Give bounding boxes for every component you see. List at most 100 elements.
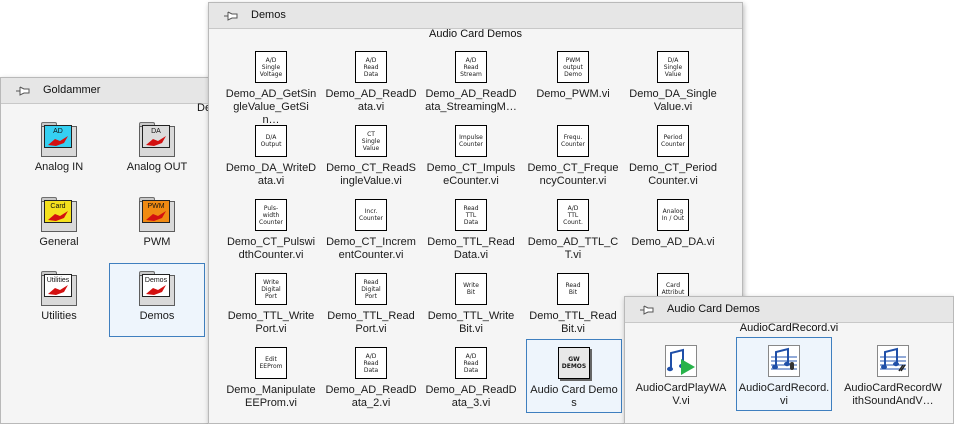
palette-item-audio-record[interactable]: AudioCardRecord.vi	[736, 337, 832, 411]
vi-icon: PWM output Demo	[557, 51, 589, 83]
audio-record-sound-icon	[877, 345, 909, 377]
item-label: Demo_CT_ImpulseCounter.vi	[426, 162, 516, 187]
demos-item[interactable]: A/D Read Data Demo_AD_ReadData.vi	[323, 43, 419, 114]
palette-item-audio-play[interactable]: AudioCardPlayWAV.vi	[633, 337, 729, 408]
vi-icon: Puls- width Counter	[255, 199, 287, 231]
demos-item[interactable]: Edit EEProm Demo_ManipulateEEProm.vi	[223, 339, 319, 410]
vi-icon: Read Bit	[557, 273, 589, 305]
item-label: Demo_TTL_WriteBit.vi	[427, 310, 515, 335]
item-label: Demo_ManipulateEEProm.vi	[226, 384, 316, 409]
palette-item-pwm[interactable]: PWM PWM	[109, 189, 205, 249]
vi-icon: A/D Read Data	[455, 347, 487, 379]
vi-icon: A/D TTL Count.	[557, 199, 589, 231]
item-label: AudioCardPlayWAV.vi	[635, 382, 727, 407]
demos-folder-icon: Demos	[139, 271, 175, 306]
palette-item-utilities[interactable]: Utilities Utilities	[11, 263, 107, 323]
item-label: Demo_CT_IncrementCounter.vi	[326, 236, 416, 261]
vi-icon: Edit EEProm	[255, 347, 287, 379]
audio-titlebar[interactable]: Audio Card Demos	[625, 297, 953, 323]
item-label: Demo_PWM.vi	[536, 88, 610, 100]
vi-icon: Read TTL Data	[455, 199, 487, 231]
demos-item[interactable]: D/A Single Value Demo_DA_SingleValue.vi	[625, 43, 721, 114]
demos-item[interactable]: A/D Read Data Demo_AD_ReadData_2.vi	[323, 339, 419, 410]
item-label: Demo_AD_TTL_CT.vi	[527, 236, 619, 261]
item-label: AudioCardRecordWithSoundAndV…	[844, 382, 942, 407]
palette-item-demos[interactable]: Demos Demos	[109, 263, 205, 337]
demos-item[interactable]: A/D Single Voltage Demo_AD_GetSingleValue…	[223, 43, 319, 127]
item-label: Demo_TTL_ReadPort.vi	[327, 310, 415, 335]
vi-icon: Analog In / Out	[657, 199, 689, 231]
goldammer-titlebar[interactable]: Goldammer	[1, 78, 231, 104]
pwm-folder-icon: PWM	[139, 197, 175, 232]
item-label: Analog OUT	[126, 161, 188, 173]
item-label: Demo_TTL_ReadBit.vi	[529, 310, 617, 335]
analog-in-folder-icon: AD	[41, 122, 77, 157]
general-folder-icon: Card	[41, 197, 77, 232]
demos-item[interactable]: Incr. Counter Demo_CT_IncrementCounter.vi	[323, 191, 419, 262]
item-label: Demo_DA_WriteData.vi	[225, 162, 317, 187]
demos-item[interactable]: Analog In / Out Demo_AD_DA.vi	[625, 191, 721, 249]
item-label: Demo_AD_ReadData_2.vi	[325, 384, 417, 409]
analog-out-folder-icon: DA	[139, 122, 175, 157]
item-label: Demo_DA_SingleValue.vi	[629, 88, 717, 113]
palette-item-audio-record-sound[interactable]: AudioCardRecordWithSoundAndV…	[841, 337, 945, 408]
demos-item[interactable]: Period Counter Demo_CT_PeriodCounter.vi	[625, 117, 721, 188]
item-label: Demo_TTL_ReadData.vi	[427, 236, 515, 261]
demos-titlebar[interactable]: Demos	[209, 3, 742, 29]
demos-item[interactable]: Puls- width Counter Demo_CT_PulswidthCoun…	[223, 191, 319, 262]
palette-item-general[interactable]: Card General	[11, 189, 107, 249]
vi-icon: D/A Output	[255, 125, 287, 157]
item-label: Demo_AD_ReadData_StreamingM…	[425, 88, 517, 113]
demos-item[interactable]: Write Bit Demo_TTL_WriteBit.vi	[423, 265, 519, 336]
vi-icon: Read Digital Port	[355, 273, 387, 305]
demos-item[interactable]: Read TTL Data Demo_TTL_ReadData.vi	[423, 191, 519, 262]
pin-icon[interactable]	[15, 84, 31, 98]
goldammer-palette: Goldammer De AD Analog IN DA Analog OUT …	[0, 77, 232, 424]
vi-icon: Write Digital Port	[255, 273, 287, 305]
item-label: Demo_AD_DA.vi	[631, 236, 715, 248]
demos-item[interactable]: Frequ. Counter Demo_CT_FrequencyCounter.v…	[525, 117, 621, 188]
vi-icon: Period Counter	[657, 125, 689, 157]
item-label: Audio Card Demos	[530, 384, 618, 409]
item-label: Demo_CT_ReadSingleValue.vi	[326, 162, 416, 187]
pin-icon[interactable]	[639, 303, 655, 317]
item-label: Demos	[139, 310, 175, 322]
utilities-folder-icon: Utilities	[41, 271, 77, 306]
audio-play-icon	[665, 345, 697, 377]
demos-item[interactable]: A/D Read Stream Demo_AD_ReadData_Streamin…	[423, 43, 519, 114]
vi-icon: Impulse Counter	[455, 125, 487, 157]
demos-item[interactable]: Impulse Counter Demo_CT_ImpulseCounter.vi	[423, 117, 519, 188]
demos-item[interactable]: PWM output Demo Demo_PWM.vi	[525, 43, 621, 101]
audio-palette: Audio Card Demos AudioCardRecord.vi Audi…	[624, 296, 954, 424]
item-label: Demo_CT_FrequencyCounter.vi	[527, 162, 619, 187]
vi-icon: Write Bit	[455, 273, 487, 305]
item-label: Demo_CT_PeriodCounter.vi	[628, 162, 718, 187]
vi-icon: D/A Single Value	[657, 51, 689, 83]
item-label: Demo_AD_ReadData_3.vi	[425, 384, 517, 409]
vi-icon: Incr. Counter	[355, 199, 387, 231]
palette-item-analog-out[interactable]: DA Analog OUT	[109, 114, 205, 174]
palette-item-analog-in[interactable]: AD Analog IN	[11, 114, 107, 174]
vi-icon: A/D Single Voltage	[255, 51, 287, 83]
vi-icon: A/D Read Data	[355, 347, 387, 379]
gw-demos-icon: GW DEMOS	[558, 347, 590, 379]
audio-title: Audio Card Demos	[667, 303, 760, 315]
item-label: Demo_CT_PulswidthCounter.vi	[226, 236, 316, 261]
audio-record-icon	[768, 345, 800, 377]
demos-subtitle: Audio Card Demos	[429, 28, 522, 40]
demos-item[interactable]: Write Digital Port Demo_TTL_WritePort.vi	[223, 265, 319, 336]
item-label: AudioCardRecord.vi	[738, 382, 830, 407]
demos-item[interactable]: GW DEMOS Audio Card Demos	[526, 339, 622, 413]
item-label: Demo_AD_ReadData.vi	[325, 88, 417, 113]
demos-item[interactable]: Read Bit Demo_TTL_ReadBit.vi	[525, 265, 621, 336]
demos-item[interactable]: A/D TTL Count. Demo_AD_TTL_CT.vi	[525, 191, 621, 262]
demos-item[interactable]: Read Digital Port Demo_TTL_ReadPort.vi	[323, 265, 419, 336]
demos-title: Demos	[251, 9, 286, 21]
audio-subtitle: AudioCardRecord.vi	[739, 322, 839, 334]
demos-item[interactable]: D/A Output Demo_DA_WriteData.vi	[223, 117, 319, 188]
demos-item[interactable]: CT Single Value Demo_CT_ReadSingleValue.v…	[323, 117, 419, 188]
pin-icon[interactable]	[223, 9, 239, 23]
item-label: General	[39, 236, 79, 248]
item-label: Utilities	[41, 310, 77, 322]
demos-item[interactable]: A/D Read Data Demo_AD_ReadData_3.vi	[423, 339, 519, 410]
